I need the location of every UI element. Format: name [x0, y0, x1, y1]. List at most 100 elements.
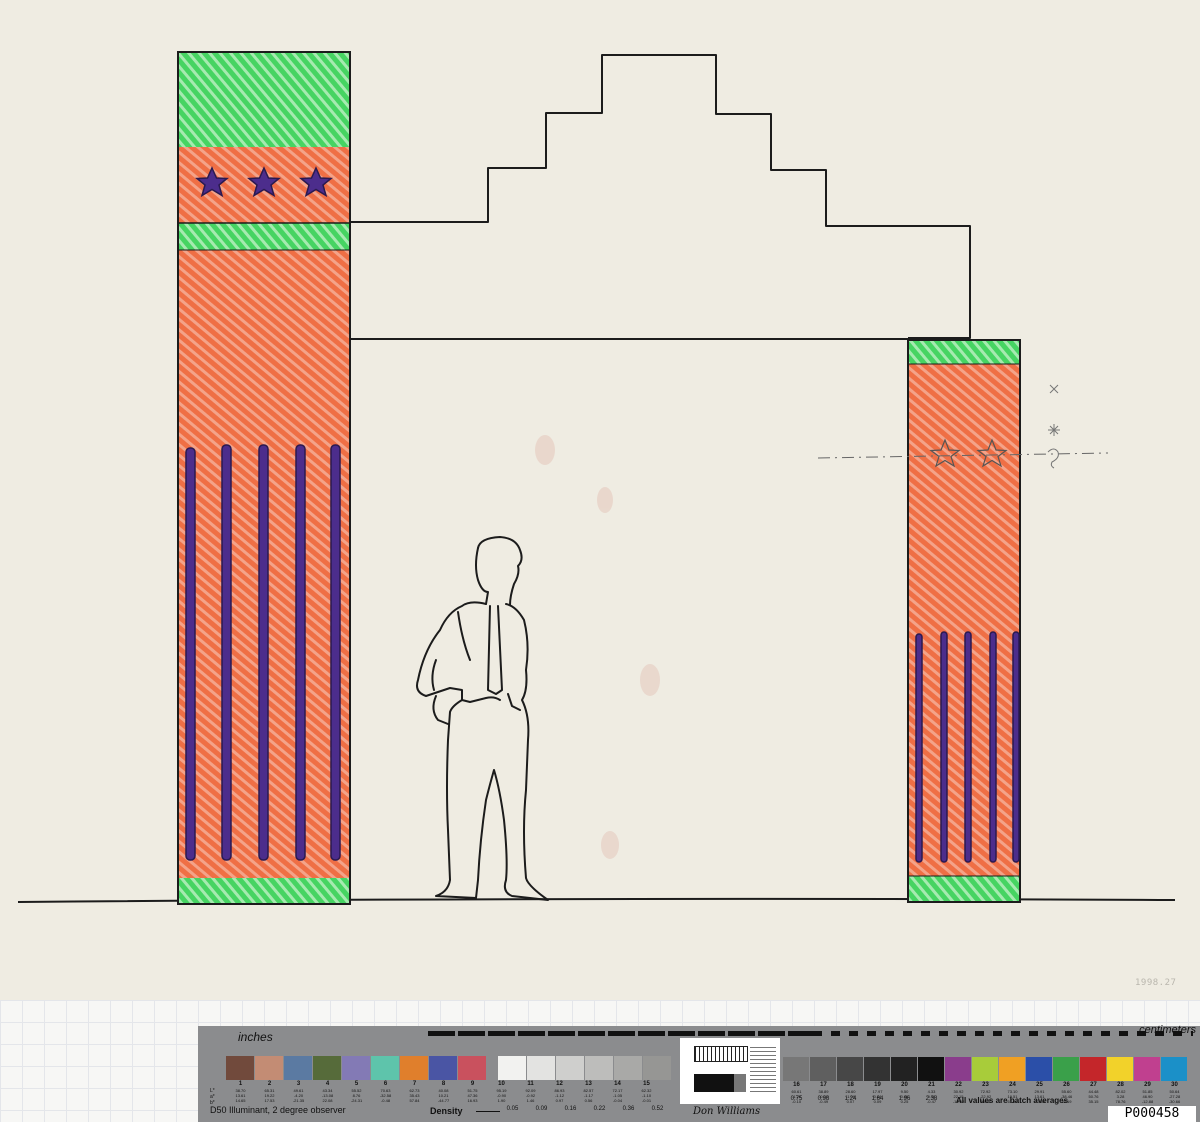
color-patch: [226, 1056, 254, 1080]
patch-value-column: 7 62.73 35.43 57.84: [400, 1081, 429, 1103]
illuminant-label: D50 Illuminant, 2 degree observer: [210, 1105, 346, 1115]
patch-number: 30: [1171, 1082, 1178, 1088]
patch-number: 20: [901, 1082, 908, 1088]
patch-number: 5: [354, 1081, 359, 1087]
lab-value: 17.53: [264, 1098, 275, 1103]
patch-number: 24: [1009, 1082, 1016, 1088]
right-pillar: [817, 339, 1109, 903]
patch-value-column: 8 40.08 10.21 -44.77: [429, 1081, 458, 1103]
color-patch: [918, 1057, 944, 1081]
lab-value: 0.56: [584, 1098, 593, 1103]
lab-value: 1.90: [497, 1098, 506, 1103]
lab-value: -0.48: [380, 1098, 391, 1103]
color-patch: [810, 1057, 836, 1081]
density-values-right: 0.75 0.98 1.24 1.64 1.96 2.38: [783, 1096, 945, 1102]
patch-number: 23: [982, 1082, 989, 1088]
patch-number: 27: [1090, 1082, 1097, 1088]
lab-value: 57.84: [409, 1098, 420, 1103]
patch-number: 29: [1144, 1082, 1151, 1088]
patch-value-column: 3 49.61 -4.20 -21.35: [284, 1081, 313, 1103]
resolution-target: [680, 1038, 780, 1104]
patch-value-column: 9 51.75 47.36 16.93: [458, 1081, 487, 1103]
color-patch: [371, 1056, 399, 1080]
centimeters-label: centimeters: [1139, 1024, 1196, 1036]
patch-values-left: 1 38.70 13.61 14.65 2 65.31 19.22 17.53 3 49.61 -4…: [226, 1081, 661, 1103]
color-patch: [999, 1057, 1025, 1081]
centimeter-scale: [813, 1031, 1193, 1036]
density-value: 1.64: [871, 1096, 884, 1102]
person-figure: [416, 536, 549, 901]
lab-value: 22.08: [322, 1098, 333, 1103]
color-patch: [891, 1057, 917, 1081]
lab-value: 35.15: [1088, 1099, 1099, 1104]
color-patch: [527, 1056, 555, 1080]
patch-number: 3: [296, 1081, 301, 1087]
patch-value-column: 14 72.17 -1.05 -0.04: [603, 1081, 632, 1103]
patch-value-column: 30 50.64 -27.28 -30.66: [1161, 1082, 1188, 1104]
patch-value-column: 5 55.52 8.76 -24.31: [342, 1081, 371, 1103]
patch-value-column: 11 92.09 -0.92 1.46: [516, 1081, 545, 1103]
density-value: 0.16: [564, 1106, 577, 1112]
patch-number: 26: [1063, 1082, 1070, 1088]
density-value: 0.36: [622, 1106, 635, 1112]
patch-number: 15: [643, 1081, 650, 1087]
gray-patches: [498, 1056, 672, 1080]
patch-number: 1: [238, 1081, 243, 1087]
patch-value-column: 28 82.02 3.28 78.76: [1107, 1082, 1134, 1104]
lab-value: 14.65: [235, 1098, 246, 1103]
color-patch: [643, 1056, 671, 1080]
density-value: 0.75: [790, 1096, 803, 1102]
density-label: Density: [430, 1106, 463, 1116]
lab-value: 16.93: [467, 1098, 478, 1103]
color-patch: [342, 1056, 370, 1080]
lab-value: -24.31: [350, 1098, 363, 1103]
accession-number: 1998.27: [1135, 978, 1177, 988]
color-patch: [429, 1056, 457, 1080]
color-patch: [498, 1056, 526, 1080]
density-value: 0.09: [535, 1106, 548, 1112]
density-value: 1.96: [898, 1096, 911, 1102]
inch-scale: [428, 1031, 848, 1036]
color-patch: [972, 1057, 998, 1081]
density-value: 0.52: [651, 1106, 664, 1112]
patch-number: 28: [1117, 1082, 1124, 1088]
patch-number: 6: [383, 1081, 388, 1087]
patch-number: 14: [614, 1081, 621, 1087]
paper-stains: [535, 435, 660, 859]
color-patches-right: [783, 1057, 1188, 1081]
patch-value-column: 1 38.70 13.61 14.65: [226, 1081, 255, 1103]
color-patch: [284, 1056, 312, 1080]
patch-number: 25: [1036, 1082, 1043, 1088]
gateway-drawing: [17, 51, 1176, 905]
inches-label: inches: [238, 1030, 273, 1044]
left-pillar: [177, 51, 351, 905]
patch-value-column: 4 43.34 -13.08 22.08: [313, 1081, 342, 1103]
lab-value: -0.01: [641, 1098, 652, 1103]
lab-prefix: L* a* b*: [210, 1088, 215, 1106]
arrow-right-icon: [476, 1111, 500, 1112]
color-patch: [837, 1057, 863, 1081]
lab-value: 0.97: [555, 1098, 564, 1103]
color-patch: [400, 1056, 428, 1080]
patch-number: 17: [820, 1082, 827, 1088]
color-patch: [556, 1056, 584, 1080]
patch-value-column: 10 95.19 -0.90 1.90: [487, 1081, 516, 1103]
lab-value: 78.76: [1115, 1099, 1126, 1104]
color-patch: [458, 1056, 486, 1080]
patch-number: 18: [847, 1082, 854, 1088]
patch-number: 4: [325, 1081, 330, 1087]
patch-number: 2: [267, 1081, 272, 1087]
color-patch: [313, 1056, 341, 1080]
color-patch: [1080, 1057, 1106, 1081]
annotation-marks: [1047, 384, 1060, 469]
patch-number: 22: [955, 1082, 962, 1088]
density-values-left: 0.05 0.09 0.16 0.22 0.36 0.52: [498, 1106, 672, 1112]
color-patch: [1053, 1057, 1079, 1081]
patch-number: 7: [412, 1081, 417, 1087]
patch-number: 16: [793, 1082, 800, 1088]
density-value: 0.98: [817, 1096, 830, 1102]
color-patch: [1134, 1057, 1160, 1081]
density-value: 0.05: [506, 1106, 519, 1112]
patch-value-column: 13 82.57 -1.17 0.56: [574, 1081, 603, 1103]
patch-value-column: 15 62.32 -1.10 -0.01: [632, 1081, 661, 1103]
